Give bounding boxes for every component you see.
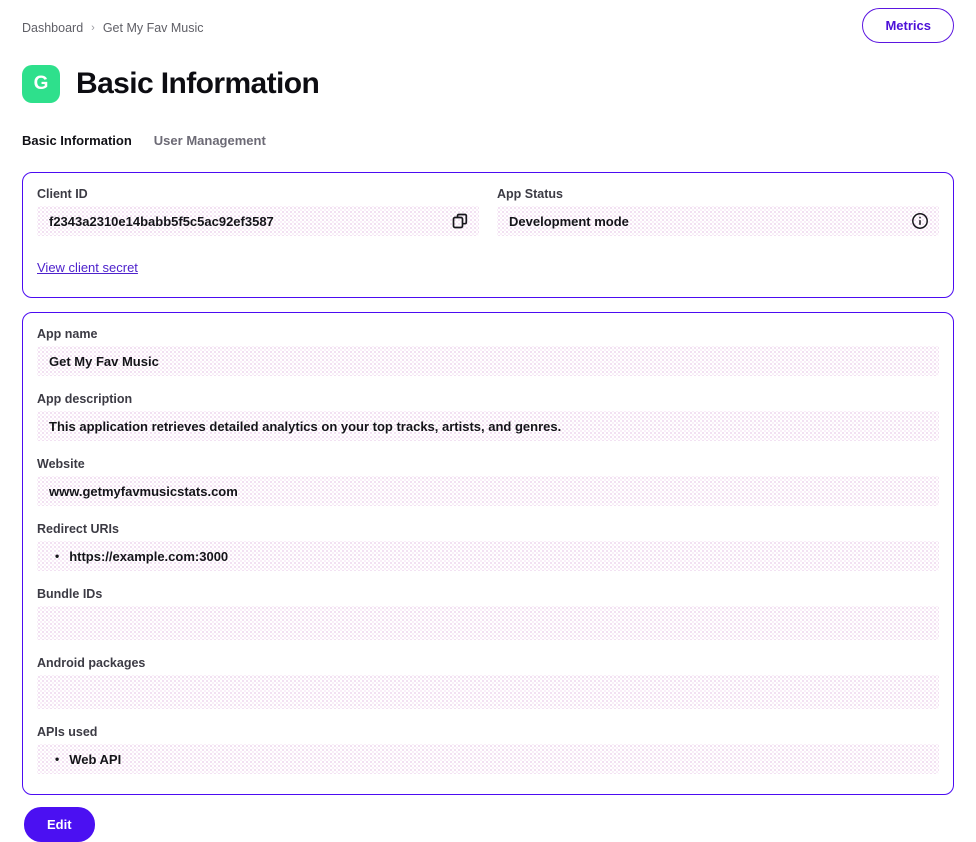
app-status-label: App Status [497, 187, 939, 201]
breadcrumb-app-name[interactable]: Get My Fav Music [103, 21, 204, 35]
apis-used-label: APIs used [37, 725, 939, 739]
android-packages-field [37, 675, 939, 709]
top-bar: Dashboard › Get My Fav Music Metrics [22, 0, 954, 43]
app-name-value: Get My Fav Music [49, 354, 159, 369]
tab-bar: Basic Information User Management [22, 133, 954, 148]
edit-button[interactable]: Edit [24, 807, 95, 842]
bullet-icon: • [49, 550, 59, 562]
credentials-card: Client ID f2343a2310e14babb5f5c5ac92ef35… [22, 172, 954, 298]
tab-user-management-label: User Management [154, 133, 266, 148]
website-field: www.getmyfavmusicstats.com [37, 476, 939, 506]
app-status-value: Development mode [509, 214, 629, 229]
tab-basic-information-label: Basic Information [22, 133, 132, 148]
api-used-item: • Web API [49, 752, 121, 767]
copy-icon[interactable] [451, 212, 469, 230]
app-settings-page: Dashboard › Get My Fav Music Metrics G B… [0, 0, 976, 842]
redirect-uri-item: • https://example.com:3000 [49, 549, 228, 564]
app-avatar: G [22, 65, 60, 103]
app-status-group: App Status Development mode [497, 187, 939, 236]
app-description-value: This application retrieves detailed anal… [49, 419, 561, 434]
page-title: Basic Information [76, 67, 319, 101]
redirect-uris-group: Redirect URIs • https://example.com:3000 [37, 522, 939, 571]
breadcrumb-separator-icon: › [91, 22, 95, 34]
client-id-label: Client ID [37, 187, 479, 201]
website-label: Website [37, 457, 939, 471]
bundle-ids-field [37, 606, 939, 640]
redirect-uri-value: https://example.com:3000 [69, 549, 228, 564]
title-row: G Basic Information [22, 65, 954, 103]
website-value: www.getmyfavmusicstats.com [49, 484, 238, 499]
metrics-button[interactable]: Metrics [862, 8, 954, 43]
app-name-label: App name [37, 327, 939, 341]
breadcrumb: Dashboard › Get My Fav Music [22, 18, 204, 35]
app-description-label: App description [37, 392, 939, 406]
breadcrumb-dashboard[interactable]: Dashboard [22, 21, 83, 35]
app-description-group: App description This application retriev… [37, 392, 939, 441]
api-used-value: Web API [69, 752, 121, 767]
redirect-uris-label: Redirect URIs [37, 522, 939, 536]
android-packages-group: Android packages [37, 656, 939, 709]
apis-used-field: • Web API [37, 744, 939, 774]
website-group: Website www.getmyfavmusicstats.com [37, 457, 939, 506]
tab-user-management[interactable]: User Management [154, 133, 266, 148]
app-details-card: App name Get My Fav Music App descriptio… [22, 312, 954, 795]
info-icon[interactable] [911, 212, 929, 230]
app-status-field: Development mode [497, 206, 939, 236]
bullet-icon: • [49, 753, 59, 765]
app-name-field: Get My Fav Music [37, 346, 939, 376]
client-id-field: f2343a2310e14babb5f5c5ac92ef3587 [37, 206, 479, 236]
client-id-group: Client ID f2343a2310e14babb5f5c5ac92ef35… [37, 187, 479, 236]
view-client-secret-link[interactable]: View client secret [37, 260, 138, 275]
apis-used-group: APIs used • Web API [37, 725, 939, 774]
bundle-ids-label: Bundle IDs [37, 587, 939, 601]
bundle-ids-group: Bundle IDs [37, 587, 939, 640]
client-id-value: f2343a2310e14babb5f5c5ac92ef3587 [49, 214, 274, 229]
android-packages-label: Android packages [37, 656, 939, 670]
app-description-field: This application retrieves detailed anal… [37, 411, 939, 441]
redirect-uris-field: • https://example.com:3000 [37, 541, 939, 571]
tab-basic-information[interactable]: Basic Information [22, 133, 132, 148]
app-name-group: App name Get My Fav Music [37, 327, 939, 376]
